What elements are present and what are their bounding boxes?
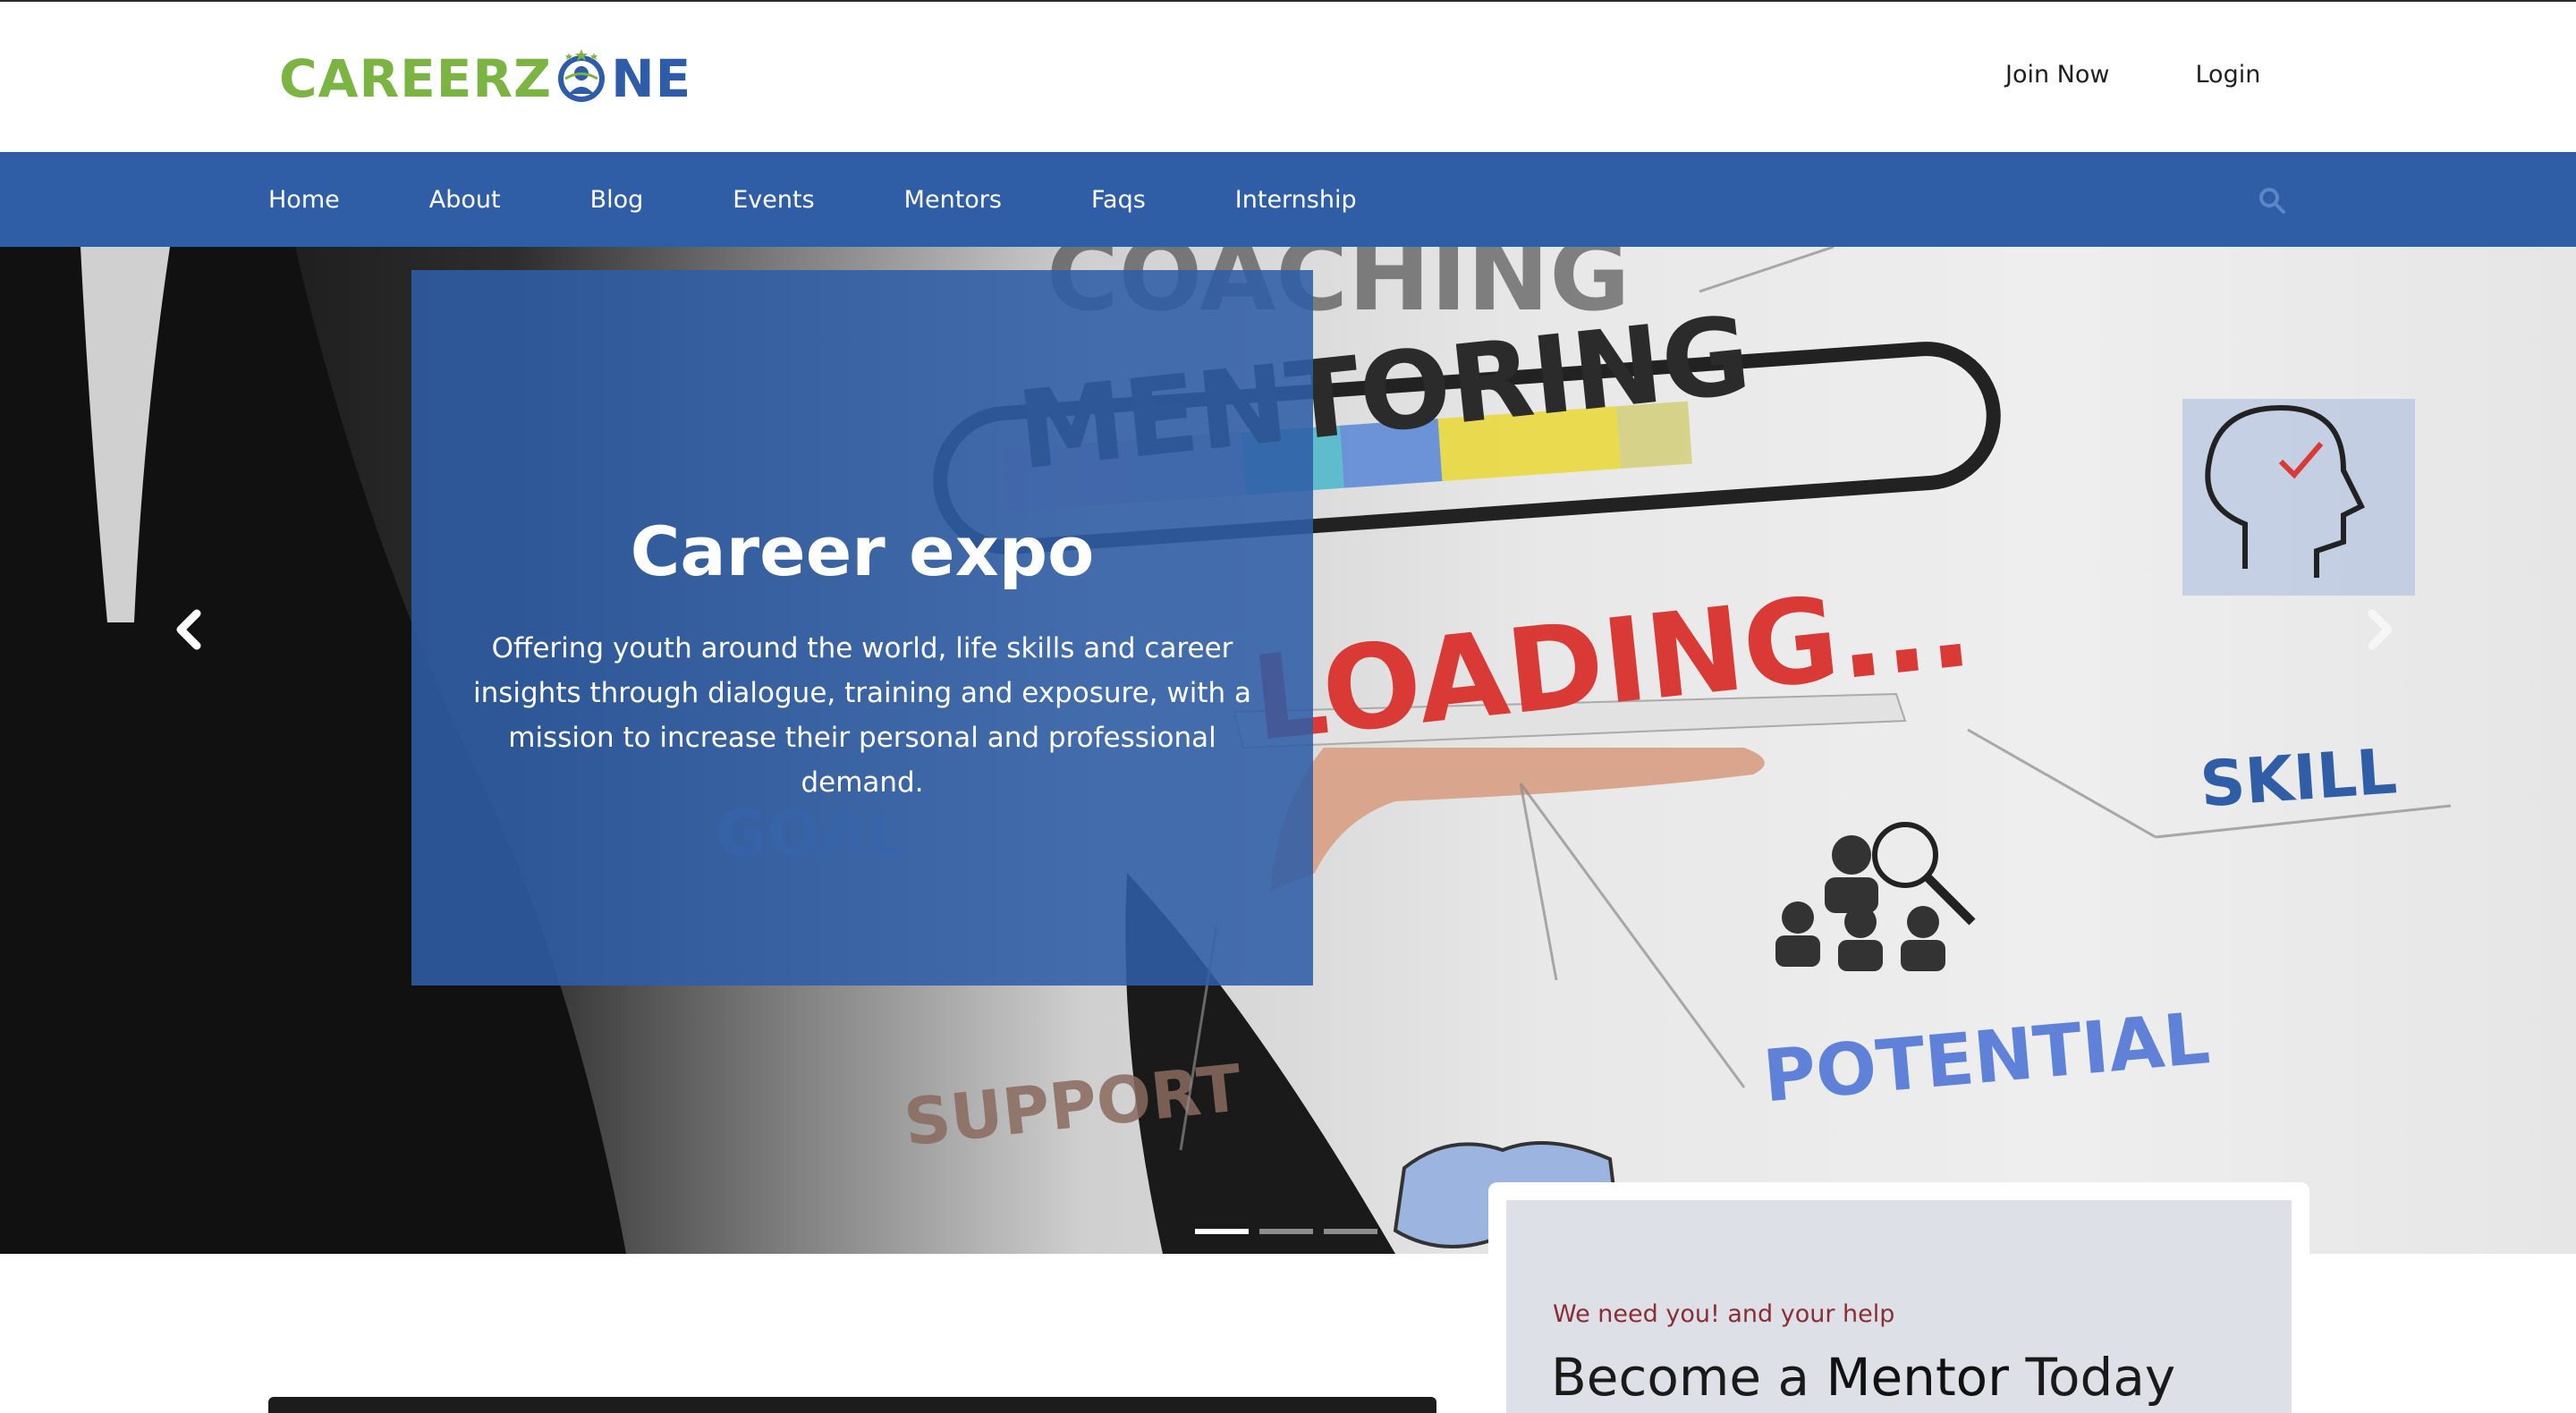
- nav-item-mentors[interactable]: Mentors: [904, 186, 1002, 214]
- hero-caption: Career expo Offering youth around the wo…: [411, 270, 1313, 986]
- svg-text:POTENTIAL: POTENTIAL: [1760, 996, 2213, 1118]
- account-links: Join Now Login: [2005, 61, 2260, 89]
- nav-item-blog[interactable]: Blog: [590, 186, 644, 214]
- nav-item-about[interactable]: About: [429, 186, 501, 214]
- carousel-indicators: [1195, 1229, 1377, 1234]
- mentor-title-prefix: Become a: [1551, 1347, 1826, 1408]
- globe-logo-icon: [558, 49, 606, 102]
- nav-list: Home About Blog Events Mentors Faqs Inte…: [268, 152, 1446, 247]
- logo-text-ne: NE: [611, 48, 692, 109]
- chevron-left-icon[interactable]: [168, 603, 208, 656]
- careerzone-logo[interactable]: CAREERZ NE: [279, 43, 691, 114]
- carousel-indicator-3[interactable]: [1324, 1229, 1377, 1234]
- nav-item-home[interactable]: Home: [268, 186, 340, 214]
- nav-item-faqs[interactable]: Faqs: [1091, 186, 1146, 214]
- mentor-title-suffix: Today: [2009, 1347, 2176, 1408]
- mentor-kicker: We need you! and your help: [1553, 1300, 1895, 1328]
- hero-description: Offering youth around the world, life sk…: [472, 632, 1252, 799]
- nav-item-internship[interactable]: Internship: [1235, 186, 1357, 214]
- logo-text-career: CAREERZ: [279, 48, 553, 109]
- search-icon[interactable]: [2258, 186, 2286, 215]
- content-panel-top: [268, 1397, 1436, 1413]
- main-nav: Home About Blog Events Mentors Faqs Inte…: [0, 152, 2576, 247]
- site-header: CAREERZ NE Join Now Login: [0, 0, 2576, 152]
- join-now-link[interactable]: Join Now: [2005, 61, 2109, 89]
- nav-item-events[interactable]: Events: [733, 186, 814, 214]
- svg-text:SKILL: SKILL: [2198, 734, 2399, 821]
- carousel-indicator-2[interactable]: [1259, 1229, 1313, 1234]
- chevron-right-icon[interactable]: [2361, 603, 2401, 656]
- svg-text:LOADING...: LOADING...: [1246, 557, 1977, 767]
- hero-carousel: COACHING MENTORING LOADING... GOAL SKILL…: [0, 247, 2576, 1254]
- mentor-title: Become a Mentor Today: [1551, 1347, 2175, 1408]
- login-link[interactable]: Login: [2195, 61, 2260, 89]
- mentor-title-highlight: Mentor: [1826, 1347, 2010, 1408]
- page: CAREERZ NE Join Now Login Home About Blo…: [0, 0, 2576, 1413]
- hero-title: Career expo: [630, 512, 1095, 591]
- carousel-indicator-1[interactable]: [1195, 1229, 1249, 1234]
